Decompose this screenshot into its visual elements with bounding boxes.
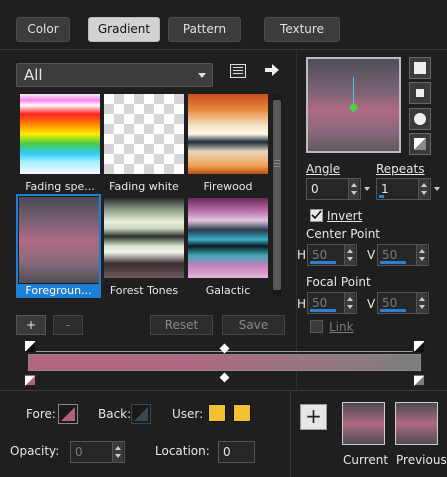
fore-label: Fore:: [26, 407, 56, 421]
scrollbar-grip: [274, 163, 280, 164]
opacity-stop-start[interactable]: [24, 340, 36, 352]
center-h-input[interactable]: 50: [307, 244, 357, 266]
focal-point-label: Focal Point: [306, 275, 371, 289]
radial-icon: [414, 113, 426, 125]
repeats-dropdown-arrow[interactable]: [433, 178, 441, 200]
user-color-swatch-2[interactable]: [233, 404, 251, 422]
spinner-buttons[interactable]: [344, 245, 355, 265]
focal-v-label: V: [367, 297, 376, 311]
category-dropdown[interactable]: All: [16, 63, 213, 87]
bottom-divider: [0, 390, 447, 391]
spinner-buttons[interactable]: [416, 245, 427, 265]
swatch-label: Firewood: [203, 180, 253, 193]
invert-checkbox[interactable]: [310, 209, 323, 222]
back-label: Back:: [98, 407, 132, 421]
rectangular-icon: [416, 89, 424, 97]
scrollbar-thumb[interactable]: [273, 100, 281, 290]
angle-label: Angle: [306, 162, 341, 176]
tab-texture[interactable]: Texture: [264, 17, 340, 42]
focal-h-label: H: [297, 297, 307, 311]
scrollbar-grip: [274, 160, 280, 161]
tab-color[interactable]: Color: [16, 17, 70, 42]
swatch-label: Galactic: [205, 284, 251, 297]
location-input[interactable]: 0: [218, 441, 255, 463]
gradient-bar-border: [28, 354, 421, 371]
focal-v-input[interactable]: 50: [377, 292, 429, 314]
rectangular-style-button[interactable]: [409, 82, 431, 104]
link-label: Link: [329, 320, 354, 334]
repeats-level-bar: [379, 195, 384, 198]
opacity-label: Opacity:: [10, 444, 60, 458]
location-label: Location:: [155, 444, 210, 458]
swatch-firewood[interactable]: [188, 94, 268, 174]
bottom-vertical-divider: [290, 391, 291, 477]
tab-gradient[interactable]: Gradient: [88, 17, 160, 42]
category-selected: All: [24, 66, 43, 84]
linear-icon: [414, 62, 426, 74]
selected-swatch-outline: [16, 194, 101, 298]
fore-color-swatch[interactable]: [58, 404, 78, 424]
spinner-buttons[interactable]: [418, 179, 429, 199]
spinner-buttons[interactable]: [348, 179, 359, 199]
invert-label: Invert: [327, 209, 363, 223]
reset-button[interactable]: Reset: [150, 315, 213, 335]
repeats-input[interactable]: 1: [376, 178, 431, 200]
swatch-label: Fading white: [109, 180, 179, 193]
opacity-input[interactable]: 0: [70, 441, 125, 463]
link-checkbox[interactable]: [310, 320, 323, 333]
color-midpoint[interactable]: [219, 372, 230, 383]
add-to-library-button[interactable]: +: [300, 404, 327, 430]
panel-divider: [296, 50, 297, 390]
spinner-buttons[interactable]: [416, 293, 427, 313]
color-stop-start[interactable]: [24, 374, 36, 386]
linear-style-button[interactable]: [409, 57, 431, 79]
current-gradient-swatch[interactable]: [342, 402, 385, 445]
spinner-buttons[interactable]: [112, 442, 123, 462]
library-icon[interactable]: [230, 64, 246, 78]
center-point-label: Center Point: [306, 227, 380, 241]
swatch-label: Foregroun...: [17, 284, 100, 298]
center-h-label: H: [297, 248, 307, 262]
scrollbar-grip: [274, 166, 280, 167]
radial-style-button[interactable]: [409, 108, 431, 130]
center-v-input[interactable]: 50: [377, 244, 429, 266]
spinner-buttons[interactable]: [344, 293, 355, 313]
back-color-swatch[interactable]: [131, 404, 151, 424]
swatch-forest-tones[interactable]: [104, 198, 184, 278]
angle-dropdown-arrow[interactable]: [363, 178, 371, 200]
tab-pattern[interactable]: Pattern: [168, 17, 241, 42]
swatch-fading-white[interactable]: [104, 94, 184, 174]
swatch-label: Forest Tones: [109, 284, 179, 297]
opacity-stop-end[interactable]: [413, 340, 425, 352]
angle-input[interactable]: 0: [306, 178, 361, 200]
gradient-preview[interactable]: [306, 57, 401, 153]
focal-h-input[interactable]: 50: [307, 292, 357, 314]
center-h-level-bar: [310, 261, 336, 264]
tab-divider: [0, 49, 447, 50]
focal-h-level-bar: [310, 309, 336, 312]
chevron-down-icon: [198, 73, 206, 78]
swatch-label: Fading spe...: [25, 180, 95, 193]
user-label: User:: [172, 407, 204, 421]
sunburst-style-button[interactable]: [409, 133, 431, 155]
arrow-right-icon[interactable]: [263, 62, 281, 78]
previous-gradient-swatch[interactable]: [395, 402, 438, 445]
add-gradient-button[interactable]: +: [16, 315, 46, 335]
sunburst-icon: [414, 138, 426, 150]
previous-label: Previous: [396, 453, 447, 467]
current-label: Current: [343, 453, 389, 467]
repeats-label: Repeats: [376, 162, 425, 176]
swatch-fading-spectrum[interactable]: [20, 94, 100, 174]
user-color-swatch-1[interactable]: [208, 404, 226, 422]
center-v-label: V: [367, 248, 376, 262]
save-button[interactable]: Save: [222, 315, 285, 335]
remove-gradient-button[interactable]: -: [53, 315, 83, 335]
swatch-galactic[interactable]: [188, 198, 268, 278]
focal-v-level-bar: [380, 309, 406, 312]
center-v-level-bar: [380, 261, 406, 264]
color-stop-end[interactable]: [413, 374, 425, 386]
